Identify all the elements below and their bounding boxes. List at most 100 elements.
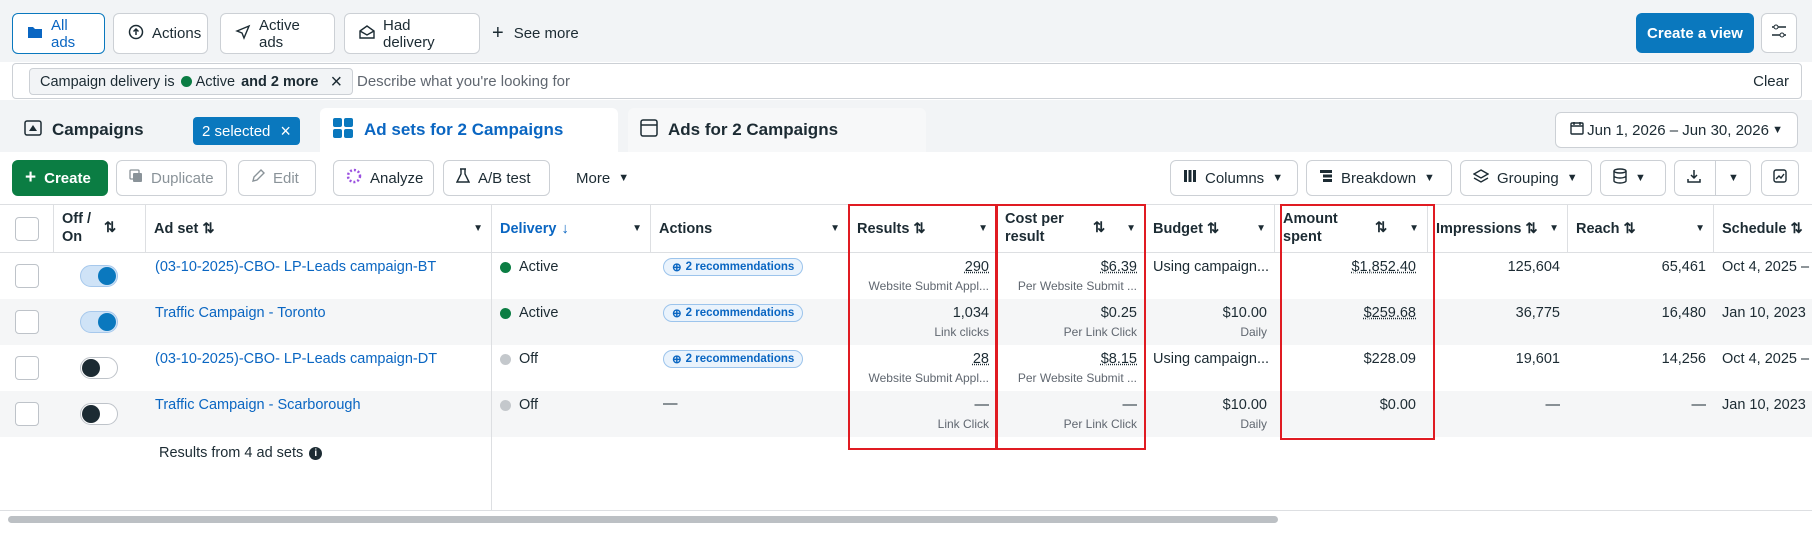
chevron-down-icon[interactable]: ▼ [1695,223,1705,234]
row-checkbox[interactable] [15,264,39,288]
filter-search-input[interactable]: Describe what you're looking for [357,73,570,90]
tab-ads[interactable]: Ads for 2 Campaigns [628,108,926,152]
delivery-toggle[interactable] [80,357,118,379]
recommendations-badge[interactable]: ⊕ 2 recommendations [663,350,804,368]
sort-icon[interactable]: ⇅ [1375,220,1387,237]
adset-name-link[interactable]: (03-10-2025)-CBO- LP-Leads campaign-DT [155,351,485,367]
duplicate-button[interactable]: Duplicate [116,160,227,196]
row-checkbox[interactable] [15,356,39,380]
adset-name-link[interactable]: Traffic Campaign - Scarborough [155,397,485,413]
col-ad-set[interactable]: Ad set ⇅ ▼ [146,205,492,253]
view-active-ads[interactable]: Active ads [220,13,335,54]
chevron-down-icon: ▼ [1772,124,1783,136]
chart-button[interactable] [1761,160,1799,196]
table-row[interactable]: Traffic Campaign - Toronto Active ⊕ 2 rec… [0,299,1812,345]
view-all-ads[interactable]: All ads [12,13,105,54]
close-icon[interactable]: × [330,72,342,92]
export-menu-button[interactable]: ▼ [1715,160,1751,196]
row-checkbox-cell[interactable] [0,299,54,345]
reports-button[interactable]: ▼ [1600,160,1666,196]
results-value[interactable]: 290 [965,259,989,275]
col-reach[interactable]: Reach ⇅ ▼ [1568,205,1714,253]
select-all-checkbox[interactable] [14,216,39,241]
row-checkbox-cell[interactable] [0,391,54,437]
select-all-checkbox-cell[interactable] [0,205,54,253]
see-more-views[interactable]: + See more [492,13,579,54]
close-icon[interactable]: × [280,122,291,140]
chevron-down-icon[interactable]: ▼ [1256,223,1266,234]
row-toggle-cell[interactable] [80,403,118,425]
table-row[interactable]: (03-10-2025)-CBO- LP-Leads campaign-BT A… [0,253,1812,299]
adset-name-link[interactable]: (03-10-2025)-CBO- LP-Leads campaign-BT [155,259,485,275]
export-button[interactable] [1674,160,1716,196]
info-icon[interactable]: i [309,446,323,460]
date-range-picker[interactable]: Jun 1, 2026 – Jun 30, 2026 ▼ [1555,112,1798,148]
actions-cell[interactable]: ⊕ 2 recommendations [663,304,804,322]
chevron-down-icon[interactable]: ▼ [473,223,483,234]
analyze-button[interactable]: Analyze [333,160,434,196]
actions-cell[interactable]: ⊕ 2 recommendations [663,350,804,368]
chevron-down-icon[interactable]: ▼ [830,223,840,234]
create-button[interactable]: + Create [12,160,108,196]
row-checkbox[interactable] [15,402,39,426]
chevron-down-icon[interactable]: ▼ [632,223,642,234]
reach-value: 65,461 [1661,259,1706,275]
columns-button[interactable]: Columns ▼ [1170,160,1298,196]
filter-bar[interactable]: Campaign delivery is Active and 2 more ×… [12,63,1802,99]
cost-per-result-cell: — Per Link Click [997,391,1145,437]
row-checkbox-cell[interactable] [0,345,54,391]
delivery-toggle[interactable] [80,311,118,333]
chevron-down-icon[interactable]: ▼ [978,223,988,234]
delivery-toggle[interactable] [80,265,118,287]
grouping-button[interactable]: Grouping ▼ [1460,160,1592,196]
row-toggle-cell[interactable] [80,311,118,333]
sort-icon[interactable]: ⇅ [1093,220,1105,237]
breakdown-button[interactable]: Breakdown ▼ [1306,160,1452,196]
sort-icon[interactable]: ⇅ [104,220,116,237]
col-off-on[interactable]: Off / On ⇅ [54,205,146,253]
col-impressions[interactable]: Impressions ⇅ ▼ [1428,205,1568,253]
view-actions[interactable]: Actions [113,13,208,54]
ab-test-button[interactable]: A/B test [443,160,550,196]
sort-down-icon[interactable]: ↓ [561,221,568,237]
table-row[interactable]: Traffic Campaign - Scarborough Off — — L… [0,391,1812,437]
clear-filters-button[interactable]: Clear [1753,73,1789,90]
delivery-toggle[interactable] [80,403,118,425]
horizontal-scrollbar[interactable] [0,510,1812,541]
sort-icon[interactable]: ⇅ [1624,221,1636,237]
selected-badge[interactable]: 2 selected × [193,117,300,145]
create-view-button[interactable]: Create a view [1636,13,1754,53]
recommendations-badge[interactable]: ⊕ 2 recommendations [663,258,804,276]
row-checkbox[interactable] [15,310,39,334]
col-amount-spent[interactable]: Amount spent ⇅ ▼ [1275,205,1428,253]
tab-adsets[interactable]: Ad sets for 2 Campaigns [320,108,618,152]
sort-icon[interactable]: ⇅ [1790,221,1802,237]
view-had-delivery[interactable]: Had delivery [344,13,480,54]
results-value[interactable]: 28 [973,351,989,367]
chevron-down-icon[interactable]: ▼ [1409,223,1419,235]
sort-icon[interactable]: ⇅ [1525,221,1537,237]
adset-name-link[interactable]: Traffic Campaign - Toronto [155,305,485,321]
col-results[interactable]: Results ⇅ ▼ [849,205,997,253]
actions-cell[interactable]: ⊕ 2 recommendations [663,258,804,276]
chevron-down-icon[interactable]: ▼ [1549,223,1559,234]
scrollbar-thumb[interactable] [8,516,1278,523]
recommendations-badge[interactable]: ⊕ 2 recommendations [663,304,804,322]
chevron-down-icon[interactable]: ▼ [1126,223,1136,235]
col-delivery[interactable]: Delivery ↓ ▼ [492,205,651,253]
filter-chip[interactable]: Campaign delivery is Active and 2 more × [29,68,354,95]
sort-icon[interactable]: ⇅ [913,221,925,237]
row-checkbox-cell[interactable] [0,253,54,299]
row-toggle-cell[interactable] [80,357,118,379]
sort-icon[interactable]: ⇅ [1207,221,1219,237]
table-row[interactable]: (03-10-2025)-CBO- LP-Leads campaign-DT O… [0,345,1812,391]
col-schedule[interactable]: Schedule ⇅ [1714,205,1812,253]
view-settings-button[interactable] [1761,13,1797,53]
sort-icon[interactable]: ⇅ [202,221,214,237]
col-budget[interactable]: Budget ⇅ ▼ [1145,205,1275,253]
col-actions[interactable]: Actions ▼ [651,205,849,253]
col-cost-per-result[interactable]: Cost per result ⇅ ▼ [997,205,1145,253]
edit-button[interactable]: Edit [238,160,316,196]
more-button[interactable]: More ▼ [563,160,635,196]
row-toggle-cell[interactable] [80,265,118,287]
